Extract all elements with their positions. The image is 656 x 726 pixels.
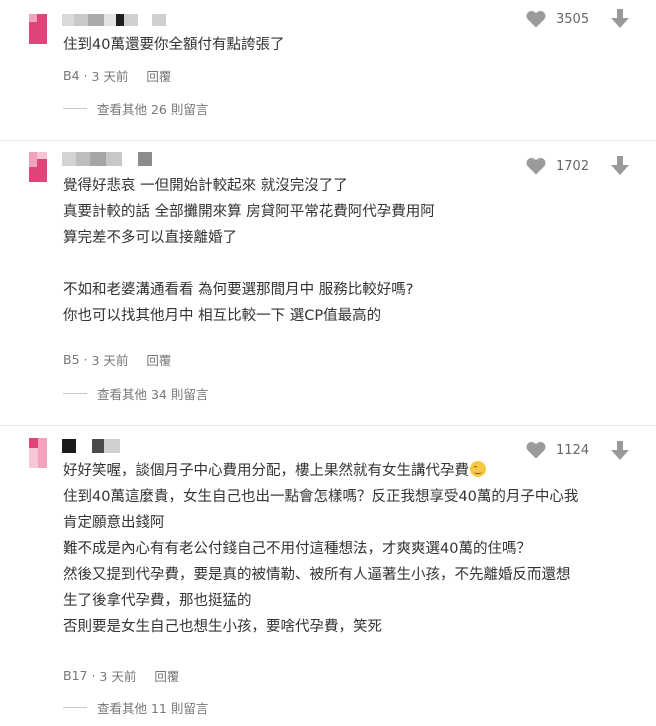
view-more-replies[interactable]: 查看其他 26 則留言 (63, 99, 208, 118)
comment-meta: B4 · 3 天前 回覆 (63, 66, 172, 85)
down-arrow-icon[interactable] (611, 9, 629, 29)
comment-b5: 1702 覺得好悲哀 一但開始計較起來 就沒完沒了了 真要計較的話 全部攤開來算… (0, 141, 656, 425)
avatar[interactable] (29, 14, 55, 44)
view-more-label[interactable]: 查看其他 26 則留言 (97, 99, 208, 118)
view-more-replies[interactable]: 查看其他 34 則留言 (63, 384, 208, 403)
comment-meta: B17 · 3 天前 回覆 (63, 666, 180, 685)
floor-label: B5 (63, 352, 80, 367)
like-button[interactable]: 3505 (526, 10, 589, 28)
like-count: 1124 (556, 442, 590, 458)
reply-button[interactable]: 回覆 (154, 666, 179, 685)
reply-button[interactable]: 回覆 (146, 350, 171, 369)
view-more-replies[interactable]: 查看其他 11 則留言 (63, 698, 208, 717)
heart-icon (526, 441, 546, 459)
comment-text: 住到40萬還要你全額付有點誇張了 (63, 37, 285, 53)
comment-text: 好好笑喔，談個月子中心費用分配，樓上果然就有女生講代孕費 住到40萬這麼貴，女生… (63, 458, 636, 640)
like-count: 1702 (556, 158, 590, 174)
post-time: 3 天前 (91, 69, 129, 84)
comment-b17: 1124 好好笑喔，談個月子中心費用分配，樓上果然就有女生講代孕費 住到40萬這… (0, 426, 656, 726)
post-time: 3 天前 (99, 669, 137, 684)
like-count: 3505 (556, 11, 590, 27)
view-more-label[interactable]: 查看其他 11 則留言 (97, 698, 208, 717)
divider-line (63, 707, 87, 708)
avatar[interactable] (29, 152, 55, 182)
avatar[interactable] (29, 438, 55, 468)
comment-text: 覺得好悲哀 一但開始計較起來 就沒完沒了了 真要計較的話 全部攤開來算 房貸阿平… (63, 178, 435, 324)
divider-line (63, 393, 87, 394)
comment-b4: 3505 住到40萬還要你全額付有點誇張了 B4 · 3 天前 回覆 查看其他 … (0, 0, 656, 140)
floor-label: B17 (63, 668, 88, 683)
view-more-label[interactable]: 查看其他 34 則留言 (97, 384, 208, 403)
floor-label: B4 (63, 68, 80, 83)
post-time: 3 天前 (91, 353, 129, 368)
comment-meta: B5 · 3 天前 回覆 (63, 350, 172, 369)
heart-icon (526, 10, 546, 28)
reply-button[interactable]: 回覆 (146, 66, 171, 85)
comment-text-rest: 住到40萬這麼貴，女生自己也出一點會怎樣嗎？反正我想享受40萬的月子中心我 肯定… (63, 489, 579, 635)
like-button[interactable]: 1124 (526, 441, 589, 459)
comment-text-line1: 好好笑喔，談個月子中心費用分配，樓上果然就有女生講代孕費 (63, 463, 469, 479)
divider-line (63, 108, 87, 109)
grinning-face-icon (470, 461, 486, 477)
